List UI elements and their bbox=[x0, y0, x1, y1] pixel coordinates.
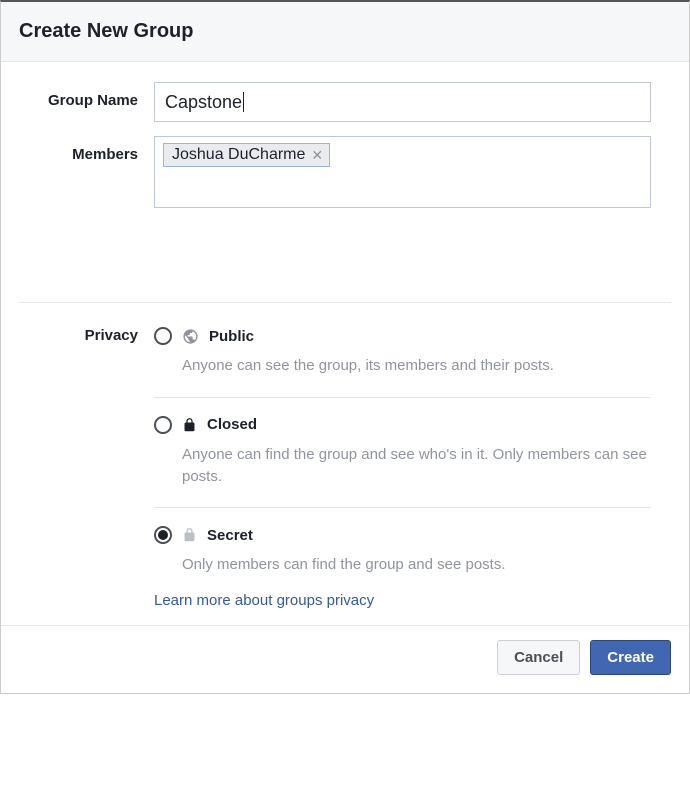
cancel-button[interactable]: Cancel bbox=[497, 640, 580, 675]
privacy-secret-desc: Only members can find the group and see … bbox=[182, 554, 651, 576]
learn-more-link[interactable]: Learn more about groups privacy bbox=[154, 592, 374, 609]
dialog-header: Create New Group bbox=[1, 2, 689, 62]
remove-member-icon[interactable]: ✕ bbox=[311, 147, 323, 164]
lock-light-icon bbox=[182, 527, 197, 543]
privacy-closed-title: Closed bbox=[207, 416, 257, 433]
privacy-section: Privacy Public Anyone can see the group,… bbox=[1, 303, 689, 625]
dialog-footer: Cancel Create bbox=[1, 625, 689, 693]
privacy-label: Privacy bbox=[19, 327, 154, 344]
create-button[interactable]: Create bbox=[590, 640, 671, 675]
lock-icon bbox=[182, 417, 197, 433]
privacy-secret-title: Secret bbox=[207, 527, 253, 544]
member-chip: Joshua DuCharme ✕ bbox=[163, 143, 330, 167]
radio-public[interactable] bbox=[154, 327, 172, 345]
privacy-option-public[interactable]: Public Anyone can see the group, its mem… bbox=[154, 327, 651, 398]
privacy-public-title: Public bbox=[209, 328, 254, 345]
text-cursor bbox=[243, 92, 244, 112]
create-group-dialog: Create New Group Group Name Capstone Mem… bbox=[0, 0, 690, 694]
privacy-option-closed[interactable]: Closed Anyone can find the group and see… bbox=[154, 416, 651, 509]
group-name-input[interactable]: Capstone bbox=[154, 82, 651, 122]
privacy-public-desc: Anyone can see the group, its members an… bbox=[182, 355, 651, 377]
dialog-title: Create New Group bbox=[19, 20, 671, 43]
members-input[interactable]: Joshua DuCharme ✕ bbox=[154, 136, 651, 208]
group-name-value: Capstone bbox=[165, 92, 242, 113]
radio-secret[interactable] bbox=[154, 526, 172, 544]
privacy-option-secret[interactable]: Secret Only members can find the group a… bbox=[154, 526, 651, 586]
globe-icon bbox=[182, 328, 199, 345]
members-row: Members Joshua DuCharme ✕ bbox=[19, 136, 671, 208]
dialog-content: Group Name Capstone Members Joshua DuCha… bbox=[1, 62, 689, 302]
privacy-closed-desc: Anyone can find the group and see who's … bbox=[182, 444, 651, 488]
radio-closed[interactable] bbox=[154, 416, 172, 434]
group-name-row: Group Name Capstone bbox=[19, 82, 671, 122]
group-name-label: Group Name bbox=[19, 82, 154, 109]
member-name: Joshua DuCharme bbox=[172, 146, 305, 164]
members-label: Members bbox=[19, 136, 154, 163]
